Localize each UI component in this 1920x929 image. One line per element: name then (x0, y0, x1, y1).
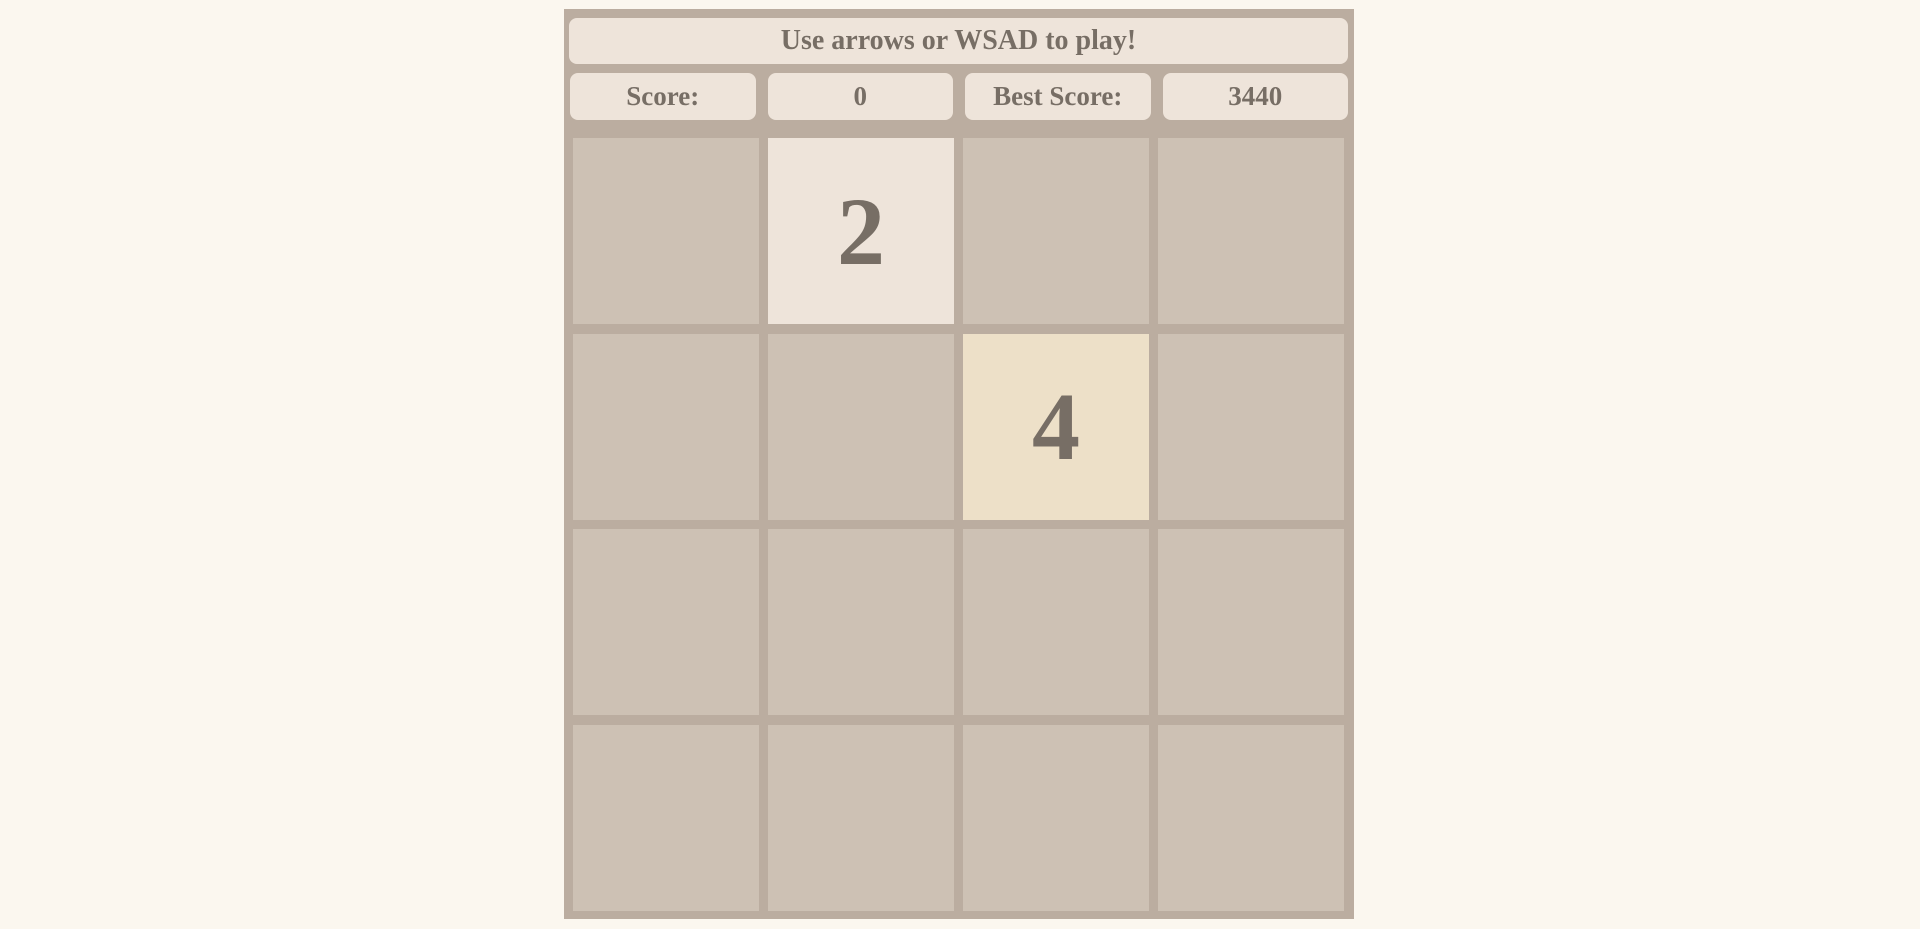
empty-cell (573, 333, 759, 520)
empty-cell (573, 529, 759, 715)
instructions-banner: Use arrows or WSAD to play! (569, 18, 1348, 64)
score-label: Score: (570, 73, 756, 120)
score-bar: Score: 0 Best Score: 3440 (570, 73, 1348, 120)
empty-cell (768, 724, 954, 911)
empty-cell (573, 724, 759, 911)
empty-cell (573, 138, 759, 324)
empty-cell (768, 333, 954, 520)
empty-cell (1158, 529, 1344, 715)
tile-2: 2 (768, 138, 954, 324)
empty-cell (963, 724, 1149, 911)
empty-cell (768, 529, 954, 715)
game-board-container: Use arrows or WSAD to play! Score: 0 Bes… (564, 9, 1354, 919)
empty-cell (1158, 724, 1344, 911)
empty-cell (963, 138, 1149, 324)
best-score-value: 3440 (1162, 73, 1348, 120)
tile-4: 4 (963, 333, 1149, 520)
empty-cell (1158, 333, 1344, 520)
empty-cell (963, 529, 1149, 715)
tile-grid: 24 (573, 138, 1345, 911)
score-value: 0 (767, 73, 953, 120)
best-score-label: Best Score: (965, 73, 1151, 120)
empty-cell (1158, 138, 1344, 324)
